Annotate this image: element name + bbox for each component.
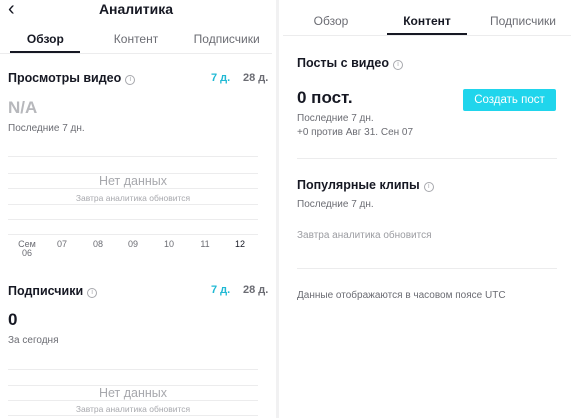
tab-overview[interactable]: Обзор (283, 8, 379, 35)
video-posts-title: Посты с видео i (297, 56, 403, 70)
x-tick: Сем 06 (16, 240, 38, 258)
video-views-value: N/A (8, 98, 38, 117)
no-data-hint: Завтра аналитика обновится (75, 193, 191, 203)
popular-clips-title-text: Популярные клипы (297, 178, 420, 192)
info-icon[interactable]: i (87, 288, 98, 298)
info-icon[interactable]: i (393, 60, 403, 70)
video-views-period: Последние 7 дн. (8, 123, 85, 134)
video-views-title-text: Просмотры видео (8, 71, 122, 85)
timezone-note: Данные отображаются в часовом поясе UTC (297, 290, 506, 301)
panel-divider (276, 0, 279, 418)
grid-line (8, 219, 258, 220)
tab-content[interactable]: Контент (379, 8, 475, 35)
no-data-label: Нет данных (98, 386, 168, 400)
range-7d-button[interactable]: 7 д. (211, 284, 230, 296)
video-posts-title-text: Посты с видео (297, 56, 389, 70)
top-bar: ‹ Аналитика (0, 0, 272, 20)
tab-content[interactable]: Контент (91, 26, 182, 53)
popular-clips-period: Последние 7 дн. (297, 199, 374, 210)
x-tick-day: 06 (21, 248, 32, 258)
content-panel: Обзор Контент Подписчики Посты с видео i … (283, 0, 571, 418)
grid-line (8, 204, 258, 205)
section-divider (297, 268, 557, 269)
followers-title: Подписчики i (8, 284, 98, 298)
tab-bar: Обзор Контент Подписчики (0, 26, 272, 54)
page-title: Аналитика (98, 1, 174, 17)
popular-clips-title: Популярные клипы i (297, 178, 434, 192)
tab-followers[interactable]: Подписчики (475, 8, 571, 35)
overview-panel: ‹ Аналитика Обзор Контент Подписчики Про… (0, 0, 272, 418)
range-28d-button[interactable]: 28 д. (243, 284, 268, 296)
grid-line (8, 156, 258, 157)
x-tick: 09 (127, 239, 138, 249)
grid-line (8, 400, 258, 401)
tab-bar: Обзор Контент Подписчики (283, 8, 571, 36)
x-tick: 07 (56, 239, 67, 249)
no-data-hint: Завтра аналитика обновится (75, 404, 191, 414)
range-7d-button[interactable]: 7 д. (211, 72, 230, 84)
popular-clips-note: Завтра аналитика обновится (297, 230, 432, 241)
x-tick: 11 (200, 239, 210, 249)
tab-overview[interactable]: Обзор (0, 26, 91, 53)
range-28d-button[interactable]: 28 д. (243, 72, 268, 84)
video-posts-value: 0 пост. (297, 88, 353, 107)
grid-line (8, 415, 258, 416)
grid-line (8, 234, 258, 235)
grid-line (8, 188, 258, 189)
video-views-title: Просмотры видео i (8, 71, 136, 85)
create-post-button[interactable]: Создать пост (463, 89, 556, 111)
followers-title-text: Подписчики (8, 284, 84, 298)
tab-followers[interactable]: Подписчики (181, 26, 272, 53)
x-tick: 10 (163, 239, 174, 249)
info-icon[interactable]: i (423, 182, 434, 192)
info-icon[interactable]: i (125, 75, 136, 85)
video-posts-compare: +0 против Авг 31. Сен 07 (297, 127, 414, 138)
video-posts-period: Последние 7 дн. (297, 113, 374, 124)
section-divider (297, 158, 557, 159)
no-data-label: Нет данных (98, 174, 168, 188)
followers-value: 0 (8, 310, 18, 329)
x-tick: 12 (234, 239, 245, 249)
grid-line (8, 369, 258, 370)
followers-period: За сегодня (8, 335, 59, 346)
x-tick: 08 (92, 239, 103, 249)
